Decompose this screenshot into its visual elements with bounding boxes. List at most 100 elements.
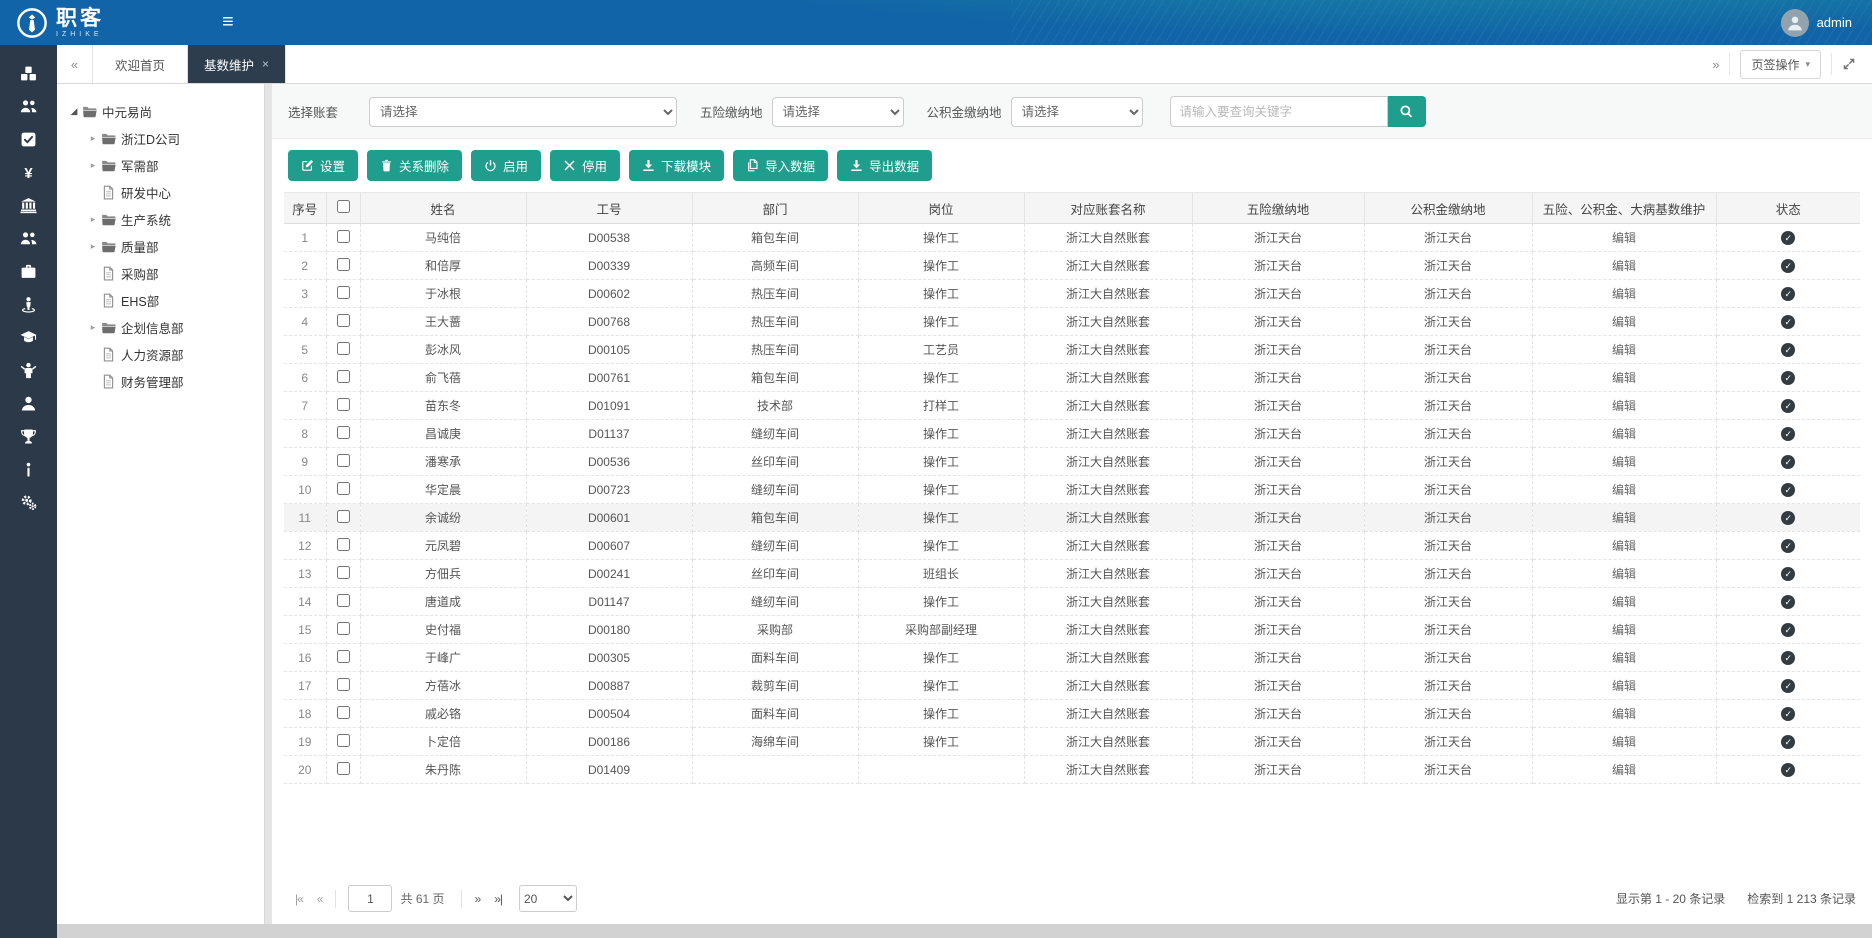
- tree-node-2[interactable]: 研发中心: [67, 179, 254, 206]
- status-ok-icon[interactable]: ✓: [1781, 539, 1795, 553]
- caret-collapsed-icon[interactable]: ▸: [86, 322, 100, 333]
- status-ok-icon[interactable]: ✓: [1781, 483, 1795, 497]
- row-checkbox[interactable]: [337, 762, 350, 775]
- edit-link[interactable]: 编辑: [1612, 595, 1636, 609]
- first-page-icon[interactable]: |«: [288, 892, 310, 906]
- page-size-select[interactable]: 20: [519, 885, 577, 912]
- table-row[interactable]: 15史付福D00180采购部采购部副经理浙江大自然账套浙江天台浙江天台编辑✓: [284, 616, 1860, 644]
- status-ok-icon[interactable]: ✓: [1781, 371, 1795, 385]
- row-checkbox[interactable]: [337, 314, 350, 327]
- tree-node-6[interactable]: EHS部: [67, 287, 254, 314]
- rail-item-user[interactable]: [0, 389, 57, 422]
- header-user-area[interactable]: admin: [1781, 9, 1872, 37]
- row-checkbox[interactable]: [337, 650, 350, 663]
- table-row[interactable]: 1马纯倍D00538箱包车间操作工浙江大自然账套浙江天台浙江天台编辑✓: [284, 224, 1860, 252]
- status-ok-icon[interactable]: ✓: [1781, 427, 1795, 441]
- next-page-icon[interactable]: »: [468, 892, 488, 906]
- edit-link[interactable]: 编辑: [1612, 231, 1636, 245]
- row-checkbox[interactable]: [337, 622, 350, 635]
- table-row[interactable]: 5彭冰风D00105热压车间工艺员浙江大自然账套浙江天台浙江天台编辑✓: [284, 336, 1860, 364]
- row-checkbox[interactable]: [337, 342, 350, 355]
- table-row[interactable]: 12元凤碧D00607缝纫车间操作工浙江大自然账套浙江天台浙江天台编辑✓: [284, 532, 1860, 560]
- status-ok-icon[interactable]: ✓: [1781, 595, 1795, 609]
- table-row[interactable]: 6俞飞蓓D00761箱包车间操作工浙江大自然账套浙江天台浙江天台编辑✓: [284, 364, 1860, 392]
- rail-item-cubes[interactable]: [0, 59, 57, 92]
- table-row[interactable]: 18戚必铬D00504面料车间操作工浙江大自然账套浙江天台浙江天台编辑✓: [284, 700, 1860, 728]
- edit-link[interactable]: 编辑: [1612, 343, 1636, 357]
- tree-node-3[interactable]: ▸生产系统: [67, 206, 254, 233]
- tree-node-4[interactable]: ▸质量部: [67, 233, 254, 260]
- rail-item-gears[interactable]: [0, 488, 57, 521]
- table-row[interactable]: 14唐道成D01147缝纫车间操作工浙江大自然账套浙江天台浙江天台编辑✓: [284, 588, 1860, 616]
- rail-item-bank[interactable]: [0, 191, 57, 224]
- row-checkbox[interactable]: [337, 706, 350, 719]
- caret-collapsed-icon[interactable]: ▸: [86, 133, 100, 144]
- tree-node-5[interactable]: 采购部: [67, 260, 254, 287]
- table-row[interactable]: 16于峰广D00305面料车间操作工浙江大自然账套浙江天台浙江天台编辑✓: [284, 644, 1860, 672]
- table-row[interactable]: 7苗东冬D01091技术部打样工浙江大自然账套浙江天台浙江天台编辑✓: [284, 392, 1860, 420]
- edit-link[interactable]: 编辑: [1612, 483, 1636, 497]
- table-row[interactable]: 2和倍厚D00339高频车间操作工浙江大自然账套浙江天台浙江天台编辑✓: [284, 252, 1860, 280]
- toolbar-button-0[interactable]: 设置: [288, 150, 358, 181]
- edit-link[interactable]: 编辑: [1612, 707, 1636, 721]
- table-row[interactable]: 20朱丹陈D01409浙江大自然账套浙江天台浙江天台编辑✓: [284, 756, 1860, 784]
- row-checkbox[interactable]: [337, 594, 350, 607]
- tree-node-9[interactable]: 财务管理部: [67, 368, 254, 395]
- toolbar-button-3[interactable]: 停用: [550, 150, 620, 181]
- edit-link[interactable]: 编辑: [1612, 679, 1636, 693]
- table-row[interactable]: 17方蓓冰D00887裁剪车间操作工浙江大自然账套浙江天台浙江天台编辑✓: [284, 672, 1860, 700]
- table-row[interactable]: 3于冰根D00602热压车间操作工浙江大自然账套浙江天台浙江天台编辑✓: [284, 280, 1860, 308]
- tab-close-icon[interactable]: ×: [262, 57, 269, 71]
- rail-item-users[interactable]: [0, 92, 57, 125]
- status-ok-icon[interactable]: ✓: [1781, 763, 1795, 777]
- status-ok-icon[interactable]: ✓: [1781, 511, 1795, 525]
- rail-item-suitcase[interactable]: [0, 257, 57, 290]
- rail-item-child[interactable]: [0, 356, 57, 389]
- status-ok-icon[interactable]: ✓: [1781, 231, 1795, 245]
- edit-link[interactable]: 编辑: [1612, 259, 1636, 273]
- edit-link[interactable]: 编辑: [1612, 427, 1636, 441]
- caret-collapsed-icon[interactable]: ▸: [86, 160, 100, 171]
- edit-link[interactable]: 编辑: [1612, 623, 1636, 637]
- row-checkbox[interactable]: [337, 454, 350, 467]
- search-input[interactable]: [1170, 96, 1388, 127]
- tab-home[interactable]: 欢迎首页: [93, 45, 188, 83]
- table-row[interactable]: 11余诚纷D00601箱包车间操作工浙江大自然账套浙江天台浙江天台编辑✓: [284, 504, 1860, 532]
- tabs-scroll-left-icon[interactable]: «: [57, 45, 93, 83]
- filter-select-0[interactable]: 请选择: [369, 97, 677, 127]
- table-row[interactable]: 13方佃兵D00241丝印车间班组长浙江大自然账套浙江天台浙江天台编辑✓: [284, 560, 1860, 588]
- table-row[interactable]: 10华定晨D00723缝纫车间操作工浙江大自然账套浙江天台浙江天台编辑✓: [284, 476, 1860, 504]
- rail-item-check-square[interactable]: [0, 125, 57, 158]
- select-all-checkbox[interactable]: [337, 200, 350, 213]
- edit-link[interactable]: 编辑: [1612, 371, 1636, 385]
- toolbar-button-5[interactable]: 导入数据: [733, 150, 828, 181]
- tree-node-1[interactable]: ▸军需部: [67, 152, 254, 179]
- edit-link[interactable]: 编辑: [1612, 763, 1636, 777]
- edit-link[interactable]: 编辑: [1612, 315, 1636, 329]
- edit-link[interactable]: 编辑: [1612, 455, 1636, 469]
- status-ok-icon[interactable]: ✓: [1781, 399, 1795, 413]
- edit-link[interactable]: 编辑: [1612, 539, 1636, 553]
- caret-collapsed-icon[interactable]: ▸: [86, 214, 100, 225]
- row-checkbox[interactable]: [337, 426, 350, 439]
- search-button[interactable]: [1388, 96, 1426, 127]
- tree-node-7[interactable]: ▸企划信息部: [67, 314, 254, 341]
- edit-link[interactable]: 编辑: [1612, 651, 1636, 665]
- page-number-input[interactable]: [348, 885, 392, 912]
- edit-link[interactable]: 编辑: [1612, 735, 1636, 749]
- prev-page-icon[interactable]: «: [310, 892, 330, 906]
- rail-item-info[interactable]: [0, 455, 57, 488]
- edit-link[interactable]: 编辑: [1612, 567, 1636, 581]
- rail-item-graduation-cap[interactable]: [0, 323, 57, 356]
- row-checkbox[interactable]: [337, 538, 350, 551]
- table-row[interactable]: 4王大蔷D00768热压车间操作工浙江大自然账套浙江天台浙江天台编辑✓: [284, 308, 1860, 336]
- toolbar-button-4[interactable]: 下载模块: [629, 150, 724, 181]
- tab-base-maintenance[interactable]: 基数维护×: [188, 45, 286, 83]
- row-checkbox[interactable]: [337, 482, 350, 495]
- tab-operations-button[interactable]: 页签操作 ▾: [1740, 50, 1821, 79]
- status-ok-icon[interactable]: ✓: [1781, 567, 1795, 581]
- edit-link[interactable]: 编辑: [1612, 287, 1636, 301]
- last-page-icon[interactable]: »|: [487, 892, 509, 906]
- row-checkbox[interactable]: [337, 566, 350, 579]
- rail-item-team[interactable]: [0, 224, 57, 257]
